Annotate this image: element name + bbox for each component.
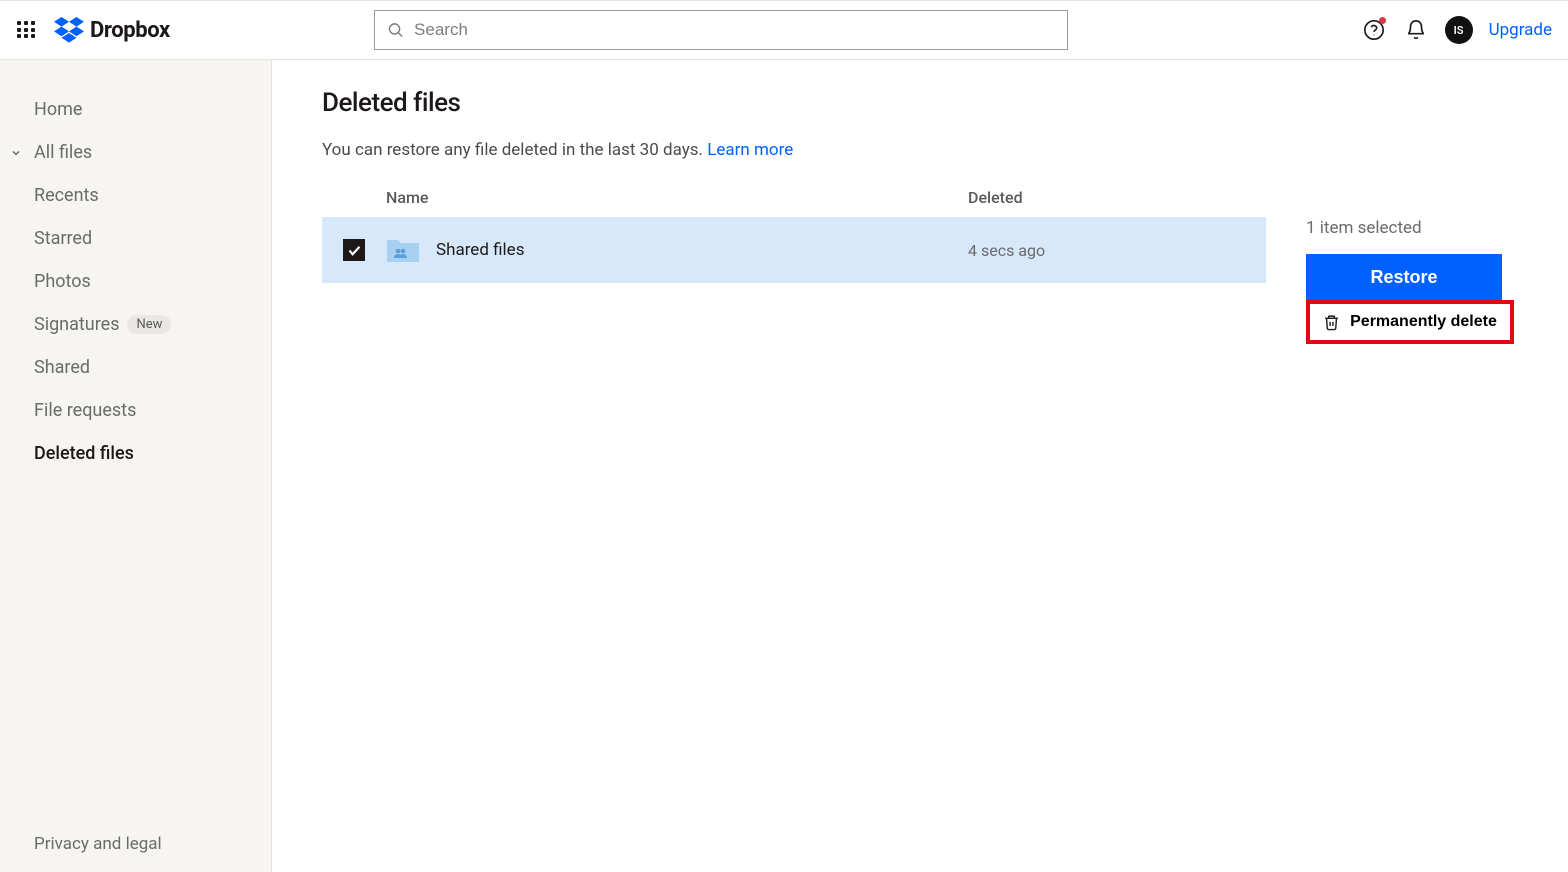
upgrade-link[interactable]: Upgrade (1489, 20, 1552, 40)
check-icon (347, 243, 362, 258)
new-badge: New (127, 315, 171, 334)
row-name: Shared files (436, 240, 524, 260)
restore-button[interactable]: Restore (1306, 254, 1502, 300)
table-row[interactable]: Shared files 4 secs ago (322, 217, 1266, 283)
sidebar-item-label: Shared (34, 357, 90, 378)
shared-folder-icon (386, 236, 420, 264)
notification-dot-icon (1379, 17, 1386, 24)
topbar: Dropbox IS Upgrade (0, 0, 1568, 60)
selection-count: 1 item selected (1306, 218, 1516, 238)
trash-icon (1323, 314, 1340, 331)
sidebar-item-label: Home (34, 99, 82, 120)
sidebar: Home All files Recents Starred Photos Si… (0, 60, 272, 872)
sidebar-item-recents[interactable]: Recents (0, 174, 271, 217)
sidebar-item-label: File requests (34, 400, 136, 421)
notifications-button[interactable] (1403, 17, 1429, 43)
brand-logo[interactable]: Dropbox (54, 17, 170, 43)
page-subtitle: You can restore any file deleted in the … (322, 140, 1266, 160)
sidebar-item-label: All files (34, 142, 92, 163)
page-title: Deleted files (322, 88, 1266, 118)
action-panel: 1 item selected Restore Permanently dele… (1266, 88, 1516, 844)
column-name[interactable]: Name (386, 188, 968, 207)
table-header: Name Deleted (322, 178, 1266, 217)
permanently-delete-label: Permanently delete (1350, 313, 1497, 331)
sidebar-item-file-requests[interactable]: File requests (0, 389, 271, 432)
chevron-down-icon (10, 147, 22, 159)
sidebar-item-label: Starred (34, 228, 92, 249)
sidebar-item-label: Recents (34, 185, 99, 206)
help-button[interactable] (1361, 17, 1387, 43)
search-field[interactable] (374, 10, 1068, 50)
sidebar-item-home[interactable]: Home (0, 88, 271, 131)
sidebar-item-photos[interactable]: Photos (0, 260, 271, 303)
row-deleted: 4 secs ago (968, 241, 1266, 260)
sidebar-item-starred[interactable]: Starred (0, 217, 271, 260)
column-deleted[interactable]: Deleted (968, 188, 1266, 207)
apps-grid-icon[interactable] (14, 18, 38, 42)
sidebar-item-label: Deleted files (34, 443, 134, 464)
avatar[interactable]: IS (1445, 16, 1473, 44)
sidebar-item-deleted-files[interactable]: Deleted files (0, 432, 271, 475)
learn-more-link[interactable]: Learn more (707, 140, 793, 160)
row-checkbox[interactable] (343, 239, 365, 261)
sidebar-item-shared[interactable]: Shared (0, 346, 271, 389)
sidebar-item-signatures[interactable]: Signatures New (0, 303, 271, 346)
sidebar-item-label: Photos (34, 271, 91, 292)
bell-icon (1405, 19, 1427, 41)
highlight-annotation: Permanently delete (1306, 300, 1514, 344)
search-icon (387, 21, 404, 39)
dropbox-icon (54, 17, 84, 43)
sidebar-item-all-files[interactable]: All files (0, 131, 271, 174)
deleted-files-table: Name Deleted (322, 178, 1266, 283)
sidebar-item-label: Signatures (34, 314, 119, 335)
brand-text: Dropbox (90, 18, 170, 43)
search-input[interactable] (414, 20, 1055, 40)
sidebar-privacy-legal[interactable]: Privacy and legal (0, 816, 271, 872)
permanently-delete-button[interactable]: Permanently delete (1310, 304, 1510, 340)
